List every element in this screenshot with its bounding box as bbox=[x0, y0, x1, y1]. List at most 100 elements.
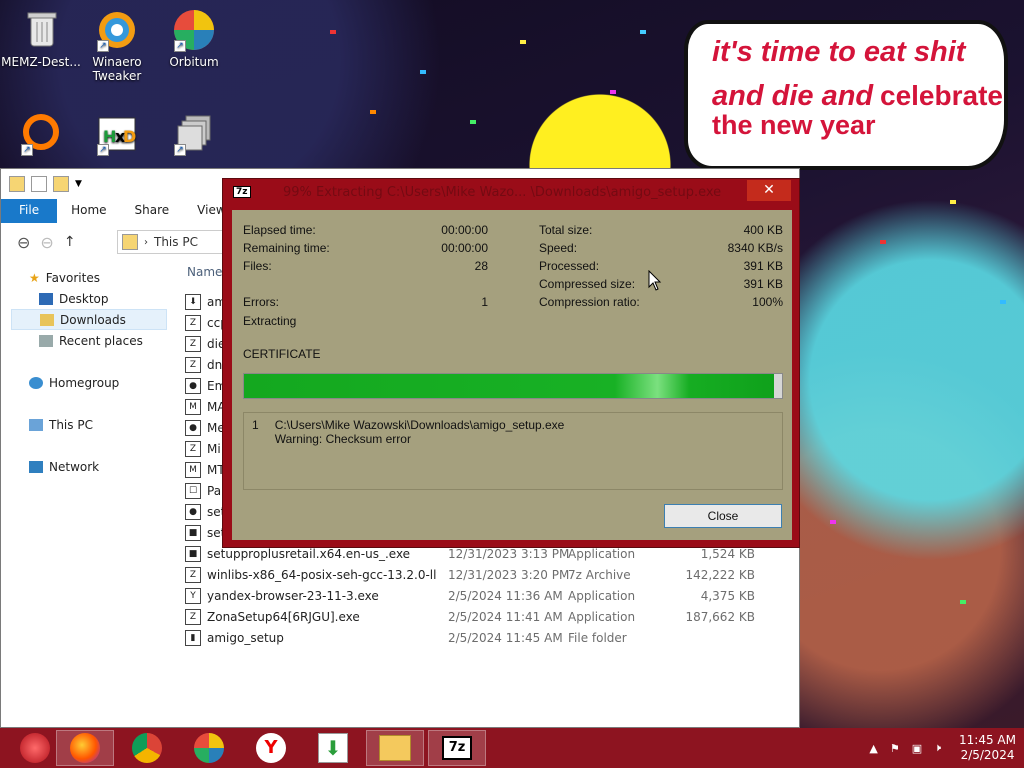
firefox-icon bbox=[70, 733, 100, 763]
column-header-name[interactable]: Name bbox=[187, 265, 222, 279]
desktop-icon-memz[interactable]: MEMZ-Dest... bbox=[0, 8, 82, 69]
taskbar-file-explorer[interactable] bbox=[366, 730, 424, 766]
new-folder-icon[interactable] bbox=[53, 176, 69, 192]
bubble-line-2b: celebrate bbox=[880, 80, 1003, 111]
file-type: File folder bbox=[568, 630, 627, 645]
file-row[interactable]: Yyandex-browser-23-11-3.exe 2/5/2024 11:3… bbox=[185, 585, 785, 606]
dialog-body: Elapsed time: 00:00:00 Remaining time: 00:… bbox=[232, 210, 792, 540]
file-icon: M bbox=[185, 398, 201, 415]
taskbar-yandex[interactable]: Y bbox=[242, 730, 300, 766]
bubble-line-3: the new year bbox=[712, 110, 876, 140]
shortcut-arrow-icon: ↗ bbox=[174, 40, 186, 52]
computer-icon bbox=[29, 418, 43, 431]
navigation-pane: ★ Favorites Desktop Downloads Recent plac… bbox=[11, 267, 167, 477]
file-name: setupproplusretail.x64.en-us_.exe bbox=[207, 546, 411, 561]
nav-network[interactable]: Network bbox=[11, 456, 167, 477]
up-arrow-icon[interactable]: ↑ bbox=[64, 234, 76, 250]
hxd-icon: HxD ↗ bbox=[95, 112, 139, 156]
forward-icon[interactable]: ⊖ bbox=[40, 233, 53, 252]
flag-icon[interactable]: ⚑ bbox=[890, 742, 900, 755]
log-index: 1 bbox=[252, 418, 259, 432]
file-size: 4,375 KB bbox=[700, 588, 755, 603]
close-button[interactable]: Close bbox=[664, 504, 782, 528]
taskbar-orbitum[interactable] bbox=[180, 730, 238, 766]
status-text: Extracting bbox=[243, 314, 297, 328]
clock-date: 2/5/2024 bbox=[960, 748, 1015, 762]
file-icon: ■ bbox=[185, 545, 201, 562]
desktop-icon-label: Orbitum bbox=[169, 55, 219, 69]
taskbar-chrome[interactable] bbox=[118, 730, 176, 766]
file-name: winlibs-x86_64-posix-seh-gcc-13.2.0-llv.… bbox=[207, 567, 437, 582]
nav-this-pc[interactable]: This PC bbox=[11, 414, 167, 435]
desktop-icon-label: MEMZ-Dest... bbox=[1, 55, 81, 69]
desktop-icon-orbitum[interactable]: ↗ Orbitum bbox=[153, 8, 235, 69]
folder-icon bbox=[122, 234, 138, 250]
start-icon bbox=[20, 733, 50, 763]
orange-ring-icon: ↗ bbox=[19, 112, 63, 156]
taskbar-firefox[interactable] bbox=[56, 730, 114, 766]
nav-homegroup[interactable]: Homegroup bbox=[11, 372, 167, 393]
nav-label: Recent places bbox=[59, 333, 143, 348]
error-log[interactable]: 1 C:\Users\Mike Wazowski\Downloads\amigo… bbox=[243, 412, 783, 490]
tab-home[interactable]: Home bbox=[57, 199, 120, 223]
network-icon[interactable]: ▣ bbox=[912, 742, 922, 755]
file-icon: Y bbox=[185, 587, 201, 604]
file-date: 2/5/2024 11:45 AM bbox=[448, 630, 563, 645]
system-tray: ▲ ⚑ ▣ 🕨 11:45 AM 2/5/2024 bbox=[869, 728, 1016, 768]
7zip-extract-dialog: 7z 99% Extracting C:\Users\Mike Wazo... … bbox=[222, 178, 800, 548]
bubble-line-1: it's time to eat shit bbox=[712, 36, 966, 68]
taskbar-download[interactable]: ⬇ bbox=[304, 730, 362, 766]
file-date: 12/31/2023 3:20 PM bbox=[448, 567, 570, 582]
address-bar[interactable]: › This PC bbox=[117, 230, 227, 254]
file-icon: Z bbox=[185, 608, 201, 625]
tab-file[interactable]: File bbox=[1, 199, 58, 223]
nav-label: This PC bbox=[49, 417, 93, 432]
desktop-icon-orange-ring[interactable]: ↗ bbox=[0, 112, 82, 159]
stat-errors: Errors: 1 bbox=[243, 295, 488, 309]
desktop-icon-winaero[interactable]: ↗ Winaero Tweaker bbox=[76, 8, 158, 83]
log-message: Warning: Checksum error bbox=[274, 432, 411, 446]
file-row[interactable]: Z ZonaSetup64[6RJGU].exe 2/5/2024 11:41 AM… bbox=[185, 606, 785, 627]
close-icon[interactable]: ✕ bbox=[747, 180, 791, 201]
desktop-icon bbox=[39, 292, 53, 305]
chrome-icon bbox=[132, 733, 162, 763]
nav-favorites[interactable]: ★ Favorites bbox=[11, 267, 167, 288]
shortcut-arrow-icon: ↗ bbox=[174, 144, 186, 156]
file-date: 12/31/2023 3:13 PM bbox=[448, 546, 570, 561]
7zip-icon: 7z bbox=[442, 736, 472, 760]
nav-recent-places[interactable]: Recent places bbox=[11, 330, 167, 351]
desktop-icon-hxd[interactable]: HxD ↗ bbox=[76, 112, 158, 159]
yandex-icon: Y bbox=[256, 733, 286, 763]
file-icon: ● bbox=[185, 377, 201, 394]
chevron-down-icon[interactable]: ▼ bbox=[75, 179, 82, 189]
file-type: 7z Archive bbox=[568, 567, 631, 582]
taskbar-7zip[interactable]: 7z bbox=[428, 730, 486, 766]
file-row[interactable]: Zwinlibs-x86_64-posix-seh-gcc-13.2.0-llv… bbox=[185, 564, 785, 585]
file-row[interactable]: ▮ amigo_setup 2/5/2024 11:45 AM File folder bbox=[185, 627, 785, 648]
clock-time: 11:45 AM bbox=[959, 733, 1016, 747]
winaero-icon: ↗ bbox=[95, 8, 139, 52]
mouse-cursor-icon bbox=[648, 270, 662, 291]
properties-icon[interactable] bbox=[31, 176, 47, 192]
nav-label: Desktop bbox=[59, 291, 109, 306]
log-path: C:\Users\Mike Wazowski\Downloads\amigo_s… bbox=[274, 418, 565, 432]
desktop-icon-stack[interactable]: ↗ bbox=[153, 112, 235, 159]
tab-share[interactable]: Share bbox=[121, 199, 184, 223]
taskbar: Y ⬇ 7z ▲ ⚑ ▣ 🕨 11:45 AM 2/5/2024 bbox=[0, 728, 1024, 768]
file-icon: M bbox=[185, 461, 201, 478]
stat-remaining-time: Remaining time: 00:00:00 bbox=[243, 241, 488, 255]
homegroup-icon bbox=[29, 376, 43, 389]
breadcrumb-this-pc[interactable]: This PC bbox=[154, 235, 198, 249]
file-size: 1,524 KB bbox=[700, 546, 755, 561]
show-hidden-icons-icon[interactable]: ▲ bbox=[869, 742, 877, 755]
nav-downloads[interactable]: Downloads bbox=[11, 309, 167, 330]
nav-label: Downloads bbox=[60, 312, 126, 327]
back-icon[interactable]: ⊖ bbox=[17, 233, 30, 252]
stat-speed: Speed: 8340 KB/s bbox=[539, 241, 783, 255]
nav-desktop[interactable]: Desktop bbox=[11, 288, 167, 309]
folder-icon[interactable] bbox=[9, 176, 25, 192]
dialog-titlebar[interactable]: 7z 99% Extracting C:\Users\Mike Wazo... … bbox=[223, 179, 799, 207]
clock[interactable]: 11:45 AM 2/5/2024 bbox=[959, 733, 1016, 763]
star-icon: ★ bbox=[29, 270, 40, 285]
volume-muted-icon[interactable]: 🕨 bbox=[934, 741, 941, 755]
